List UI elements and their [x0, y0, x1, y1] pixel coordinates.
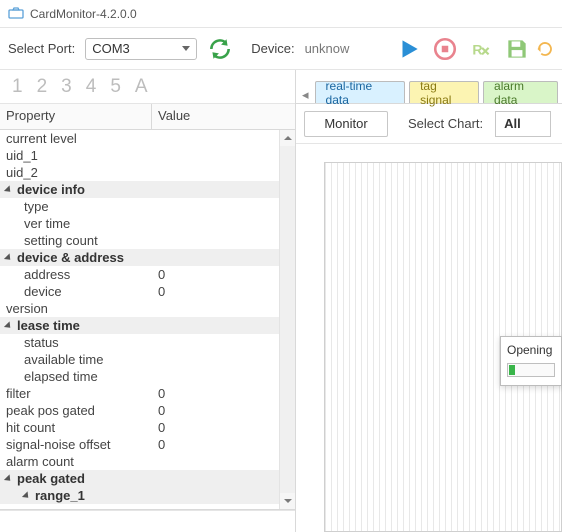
tab-scroll-left[interactable]: ◂	[300, 87, 311, 103]
device-label: Device:	[251, 41, 294, 56]
port-value: COM3	[92, 41, 130, 56]
table-row[interactable]: setting count	[0, 232, 279, 249]
expand-icon	[4, 321, 13, 330]
play-button[interactable]	[392, 32, 426, 66]
prescription-button[interactable]: R	[464, 32, 498, 66]
property-grid: current leveluid_1uid_2device infotypeve…	[0, 130, 295, 510]
table-row[interactable]: signal-noise offset0	[0, 436, 279, 453]
chart-select[interactable]: All	[495, 111, 551, 137]
titlebar: CardMonitor-4.2.0.0	[0, 0, 562, 28]
tab-tag-signal[interactable]: tag signal	[409, 81, 479, 103]
right-tabs: ◂ real-time data tag signal alarm data	[296, 70, 562, 104]
number-tabs: 1 2 3 4 5 A	[0, 70, 295, 104]
tab-5[interactable]: 5	[110, 76, 121, 98]
header-value: Value	[152, 104, 295, 129]
tab-1[interactable]: 1	[12, 76, 23, 98]
monitor-button[interactable]: Monitor	[304, 111, 388, 137]
expand-icon	[4, 253, 13, 262]
expand-icon	[4, 474, 13, 483]
table-row[interactable]: alarm count	[0, 453, 279, 470]
left-footer	[0, 510, 295, 532]
history-icon	[536, 36, 554, 62]
toolbar: Select Port: COM3 Device: unknow R	[0, 28, 562, 70]
tab-2[interactable]: 2	[37, 76, 48, 98]
scrollbar[interactable]	[279, 130, 295, 509]
scroll-up-icon[interactable]	[280, 130, 295, 146]
table-row[interactable]: peak pos gated0	[0, 402, 279, 419]
dropdown-arrow-icon	[182, 46, 190, 51]
table-row[interactable]: version	[0, 300, 279, 317]
right-panel: ◂ real-time data tag signal alarm data M…	[296, 70, 562, 532]
play-icon	[396, 36, 422, 62]
expand-icon	[22, 491, 31, 500]
app-icon	[8, 7, 24, 21]
scroll-down-icon[interactable]	[280, 493, 295, 509]
table-row[interactable]: hit count0	[0, 419, 279, 436]
progress-fill	[509, 365, 515, 375]
table-row[interactable]: device & address	[0, 249, 279, 266]
device-value: unknow	[305, 41, 350, 56]
table-row[interactable]: peak gated	[0, 470, 279, 487]
table-row[interactable]: uid_2	[0, 164, 279, 181]
table-row[interactable]: filter0	[0, 385, 279, 402]
select-chart-label: Select Chart:	[408, 116, 483, 131]
rx-icon: R	[468, 36, 494, 62]
progress-bar	[507, 363, 555, 377]
table-row[interactable]: device0	[0, 283, 279, 300]
chart-toolbar: Monitor Select Chart: All	[296, 104, 562, 144]
save-button[interactable]	[500, 32, 534, 66]
select-port-label: Select Port:	[8, 41, 75, 56]
refresh-icon	[207, 36, 233, 62]
tab-A[interactable]: A	[135, 76, 148, 98]
svg-text:R: R	[472, 41, 482, 57]
left-panel: 1 2 3 4 5 A Property Value current level…	[0, 70, 296, 532]
table-row[interactable]: status	[0, 334, 279, 351]
history-button[interactable]	[536, 32, 554, 66]
table-row[interactable]: elapsed time	[0, 368, 279, 385]
header-property: Property	[0, 104, 152, 129]
table-row[interactable]: lease time	[0, 317, 279, 334]
table-row[interactable]: range_1	[0, 487, 279, 504]
refresh-button[interactable]	[203, 32, 237, 66]
opening-label: Opening d	[507, 343, 555, 357]
port-select[interactable]: COM3	[85, 38, 197, 60]
table-row[interactable]: uid_1	[0, 147, 279, 164]
expand-icon	[4, 185, 13, 194]
tab-3[interactable]: 3	[61, 76, 72, 98]
tab-4[interactable]: 4	[86, 76, 97, 98]
window-title: CardMonitor-4.2.0.0	[30, 7, 137, 21]
table-row[interactable]: available time	[0, 351, 279, 368]
main: 1 2 3 4 5 A Property Value current level…	[0, 70, 562, 532]
tab-realtime-data[interactable]: real-time data	[315, 81, 406, 103]
opening-dialog: Opening d	[500, 336, 562, 386]
table-row[interactable]: ver time	[0, 215, 279, 232]
table-row[interactable]: type	[0, 198, 279, 215]
chart-area: Opening d	[296, 144, 562, 532]
table-row[interactable]: address0	[0, 266, 279, 283]
save-icon	[504, 36, 530, 62]
stop-icon	[432, 36, 458, 62]
table-row[interactable]: device info	[0, 181, 279, 198]
grid-header: Property Value	[0, 104, 295, 130]
table-row[interactable]: current level	[0, 130, 279, 147]
chart-select-value: All	[504, 116, 521, 131]
tab-alarm-data[interactable]: alarm data	[483, 81, 558, 103]
stop-button[interactable]	[428, 32, 462, 66]
